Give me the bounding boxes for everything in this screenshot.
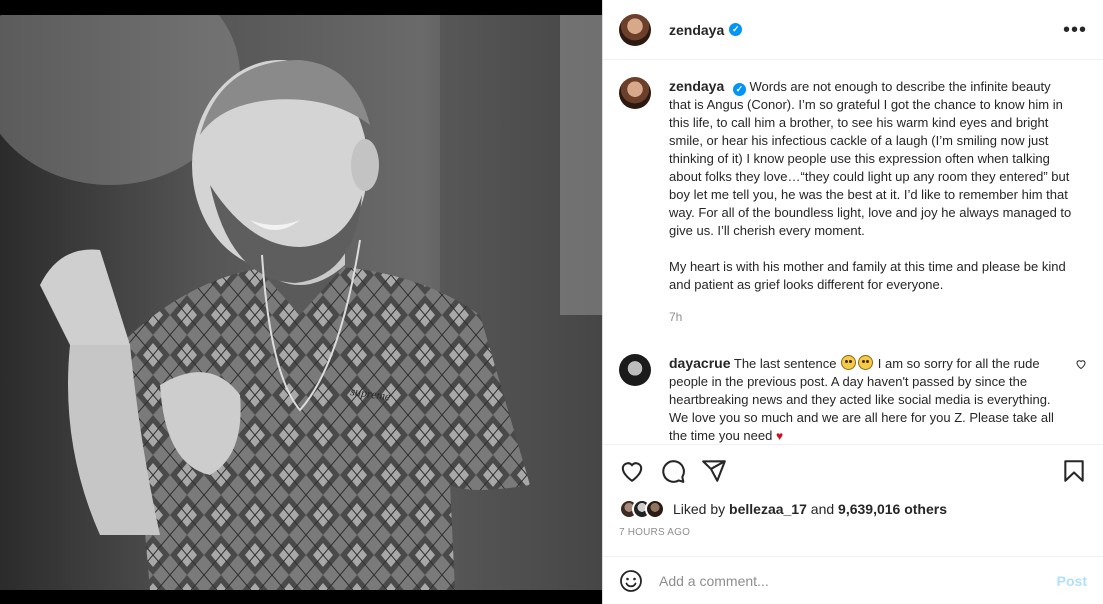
- comment-bubble-icon[interactable]: [660, 458, 686, 484]
- post-comment-button[interactable]: Post: [1057, 573, 1087, 589]
- post-caption: zendaya ✓ Words are not enough to descri…: [603, 61, 1103, 326]
- red-heart-emoji-icon: ♥: [775, 429, 784, 443]
- post-photo[interactable]: supreme: [0, 15, 602, 590]
- more-options-icon[interactable]: •••: [1063, 20, 1087, 40]
- likes-count[interactable]: 9,639,016 others: [838, 501, 947, 517]
- likes-summary: Liked by bellezaa_17 and 9,639,016 other…: [619, 497, 1087, 521]
- liker-avatars: [619, 499, 665, 519]
- add-comment-bar: Post: [603, 556, 1103, 604]
- comment-like-heart-icon[interactable]: [1075, 358, 1087, 370]
- commenter-avatar[interactable]: [619, 354, 651, 386]
- post-time-ago[interactable]: 7 HOURS AGO: [619, 527, 1087, 538]
- likes-prefix: Liked by: [673, 501, 726, 517]
- post-actions-area: Liked by bellezaa_17 and 9,639,016 other…: [603, 444, 1103, 556]
- commenter-username[interactable]: dayacrue: [669, 355, 730, 371]
- post-details-panel: zendaya ✓ ••• zendaya ✓ Words are not en…: [602, 0, 1103, 604]
- sad-face-emoji-icon: [858, 355, 874, 370]
- caption-author-avatar[interactable]: [619, 77, 651, 109]
- post-photo-image: supreme: [0, 15, 602, 590]
- caption-paragraph-2: My heart is with his mother and family a…: [669, 259, 1066, 292]
- action-bar: [619, 445, 1087, 497]
- comment-item: dayacrue The last sentence I am so sorry…: [603, 326, 1103, 444]
- post-modal: supreme zendaya ✓ ••• zendaya ✓ Words ar…: [0, 0, 1103, 604]
- paper-plane-icon[interactable]: [701, 458, 727, 484]
- sad-face-emoji-icon: [841, 355, 857, 370]
- verified-badge-icon: ✓: [729, 23, 743, 36]
- author-avatar[interactable]: [619, 13, 651, 46]
- heart-outline-icon[interactable]: [619, 458, 645, 484]
- author-username[interactable]: zendaya: [669, 22, 724, 38]
- bookmark-icon[interactable]: [1061, 458, 1087, 484]
- liker-username[interactable]: bellezaa_17: [729, 501, 807, 517]
- verified-badge-icon: ✓: [732, 82, 746, 96]
- caption-timestamp[interactable]: 7h: [669, 308, 1074, 326]
- smiley-icon[interactable]: [619, 569, 643, 593]
- comment-text-start: The last sentence: [733, 356, 837, 371]
- liker-avatar: [645, 499, 665, 519]
- comment-body: dayacrue The last sentence I am so sorry…: [669, 354, 1064, 444]
- post-header: zendaya ✓ •••: [603, 0, 1103, 60]
- likes-middle: and: [810, 501, 835, 517]
- caption-paragraph-1: zendaya ✓ Words are not enough to descri…: [669, 77, 1074, 240]
- comment-input[interactable]: [659, 572, 1057, 589]
- caption-username[interactable]: zendaya: [669, 78, 724, 94]
- caption-text-1: Words are not enough to describe the inf…: [669, 79, 1072, 238]
- caption-body: zendaya ✓ Words are not enough to descri…: [669, 77, 1074, 326]
- comments-scroll-area[interactable]: zendaya ✓ Words are not enough to descri…: [603, 61, 1103, 444]
